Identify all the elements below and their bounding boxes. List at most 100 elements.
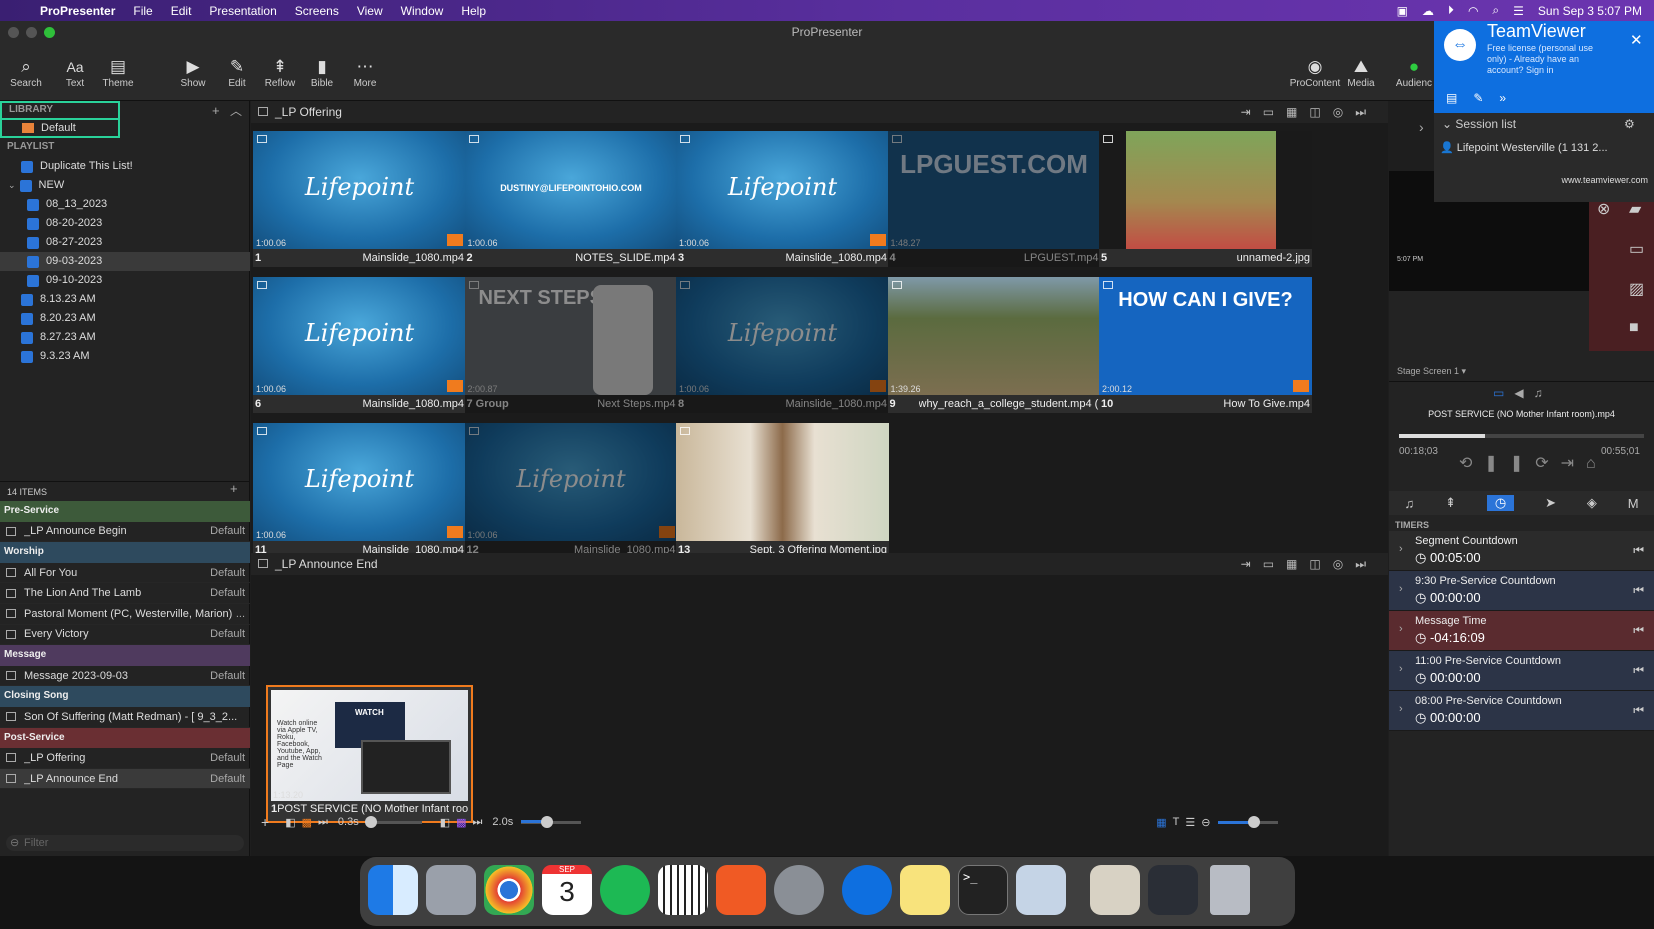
menu-screens[interactable]: Screens (295, 4, 339, 18)
media-progress[interactable] (1399, 434, 1644, 438)
list-view-icon[interactable]: ☰ (1185, 816, 1195, 829)
menu-file[interactable]: File (133, 4, 152, 18)
music-icon[interactable]: ♫ (1404, 496, 1414, 511)
spotify-icon[interactable] (600, 865, 650, 915)
zoom-window-button[interactable] (44, 27, 55, 38)
toolbar-theme[interactable]: ▤ Theme (93, 43, 143, 101)
library-default[interactable]: Default (0, 119, 120, 138)
toolbar-show[interactable]: ▶ Show (168, 43, 218, 101)
disclosure-icon[interactable]: ⌄ (8, 176, 16, 195)
transition-slider-2[interactable] (521, 815, 582, 828)
photos-stack-icon[interactable] (1090, 865, 1140, 915)
slide-thumb[interactable]: 13 Sept. 3 Offering Moment.jpg (676, 423, 889, 559)
group-header[interactable]: Closing Song (0, 686, 250, 707)
menu-presentation[interactable]: Presentation (209, 4, 276, 18)
menu-edit[interactable]: Edit (171, 4, 192, 18)
timer-row[interactable]: › 08:00 Pre-Service Countdown ◷ 00:00:00 ⏮ (1389, 691, 1654, 731)
timer-row[interactable]: › Segment Countdown ◷ 00:05:00 ⏮ (1389, 531, 1654, 571)
slide-thumb[interactable]: 5 unnamed-2.jpg (1099, 131, 1312, 267)
timer-icon[interactable]: ◷ (1486, 495, 1515, 511)
wifi-icon[interactable]: ◠ (1468, 4, 1478, 18)
add-library-icon[interactable]: + (212, 103, 220, 118)
close-window-button[interactable] (8, 27, 19, 38)
playlist-item[interactable]: 8.20.23 AM (0, 309, 250, 328)
playlist-item[interactable]: 8.13.23 AM (0, 290, 250, 309)
teamviewer-footer[interactable]: www.teamviewer.com (1434, 175, 1648, 185)
transition-next-icon[interactable]: ⏭ (318, 816, 328, 829)
presentation-item[interactable]: _LP Announce Begin Default (0, 522, 250, 543)
timer-reset-icon[interactable]: ⏮ (1633, 703, 1644, 718)
expand-icon[interactable]: › (1419, 119, 1424, 135)
timer-reset-icon[interactable]: ⏮ (1633, 583, 1644, 598)
slide-thumb[interactable]: Lifepoint 1:00.06 1 Mainslide_1080.mp4 (253, 131, 466, 267)
settings-icon[interactable] (774, 865, 824, 915)
chevron-right-icon[interactable]: › (1399, 583, 1403, 595)
presentation-item[interactable]: Every Victory Default (0, 625, 250, 646)
playlist-item[interactable]: 08_13_2023 (0, 195, 250, 214)
section-tools-icons[interactable]: ⇥▭▦◫◎⏭ (1241, 553, 1378, 575)
slide-thumb[interactable]: Lifepoint 1:00.06 3 Mainslide_1080.mp4 (676, 131, 889, 267)
transition-next-icon-2[interactable]: ⏭ (473, 816, 483, 829)
timer-row[interactable]: › Message Time ◷ -04:16:09 ⏮ (1389, 611, 1654, 651)
presentation-item[interactable]: All For You Default (0, 563, 250, 584)
slide-thumb[interactable]: Lifepoint 1:00.06 8 Mainslide_1080.mp4 (676, 277, 889, 413)
message-icon[interactable]: ▰ (1629, 199, 1641, 219)
media-tabs[interactable]: ▭◀♫ (1493, 386, 1553, 400)
zoom-out-icon[interactable]: ⊖ (1201, 816, 1210, 829)
macro-icon[interactable]: M (1628, 496, 1639, 511)
transition-slider-1[interactable] (364, 815, 422, 828)
timer-reset-icon[interactable]: ⏮ (1633, 623, 1644, 638)
presentation-item[interactable]: _LP Offering Default (0, 748, 250, 769)
playlist-item[interactable]: Duplicate This List! (0, 157, 250, 176)
group-header[interactable]: Message (0, 645, 250, 666)
playlist-item[interactable]: 08-27-2023 (0, 233, 250, 252)
gear-icon[interactable]: ⚙ (1624, 117, 1635, 131)
teamviewer-status-icon[interactable]: ▣ (1397, 4, 1408, 18)
transition-icon-2[interactable]: ◧ (440, 816, 450, 829)
add-slide-icon[interactable]: + (261, 814, 269, 830)
terminal-icon[interactable]: >_ (958, 865, 1008, 915)
slider-knob[interactable] (1248, 815, 1261, 828)
trash-icon[interactable] (1210, 865, 1250, 915)
group-header[interactable]: Pre-Service (0, 501, 250, 522)
chevron-right-icon[interactable]: › (1399, 543, 1403, 555)
slide-thumb[interactable]: NEXT STEPS 2:00.87 7 Group Next Steps.mp4 (464, 277, 678, 413)
image-icon[interactable]: ▨ (1629, 279, 1644, 299)
play-status-icon[interactable]: ⏵ (1448, 3, 1454, 18)
toolbar-search[interactable]: ⌕ Search (1, 43, 51, 101)
filter-field[interactable]: ⊖ Filter (6, 835, 244, 851)
timer-row[interactable]: › 9:30 Pre-Service Countdown ◷ 00:00:00 ⏮ (1389, 571, 1654, 611)
transition-icon[interactable]: ◧ (285, 816, 295, 829)
slide-thumb[interactable]: 1:39.26 9 why_reach_a_college_student.mp4 … (887, 277, 1101, 413)
menu-window[interactable]: Window (401, 4, 444, 18)
calendar-icon[interactable]: SEP 3 (542, 865, 592, 915)
session-item[interactable]: 👤 Lifepoint Westerville (1 131 2... (1440, 141, 1650, 154)
minimize-window-button[interactable] (26, 27, 37, 38)
chevron-right-icon[interactable]: › (1399, 623, 1403, 635)
launchpad-icon[interactable] (426, 865, 476, 915)
group-header[interactable]: Post-Service (0, 727, 250, 749)
grid-view-icon[interactable]: ▦ (1156, 816, 1166, 829)
add-item-icon[interactable]: + (230, 481, 238, 496)
slide-thumb[interactable]: DUSTINY@LIFEPOINTOHIO.COM 1:00.06 2 NOTES_S… (464, 131, 678, 267)
toolbar-audience[interactable]: ● Audienc (1394, 43, 1434, 101)
finder-icon[interactable] (368, 865, 418, 915)
playlist-item[interactable]: 08-20-2023 (0, 214, 250, 233)
teamviewer-dock-icon[interactable] (842, 865, 892, 915)
chevron-right-icon[interactable]: › (1399, 703, 1403, 715)
send-icon[interactable]: ➤ (1545, 495, 1556, 511)
slider-knob[interactable] (364, 815, 377, 828)
group-header[interactable]: Worship (0, 542, 250, 563)
slide-thumb[interactable]: HOW CAN I GIVE? 2:00.12 10 How To Give.mp4 (1099, 277, 1312, 413)
transition-duration-1[interactable]: 0.3s (338, 816, 359, 828)
playlist-item[interactable]: ⌄ NEW (0, 176, 250, 195)
control-center-icon[interactable]: ☰ (1513, 4, 1524, 18)
presentation-item[interactable]: _LP Announce End Default (0, 768, 250, 790)
chrome-icon[interactable] (484, 865, 534, 915)
stage-screen-select[interactable]: Stage Screen 1 ▾ (1397, 366, 1466, 377)
playlist-item[interactable]: 9.3.23 AM (0, 347, 250, 366)
teamviewer-actions[interactable]: ▤✎» (1446, 91, 1522, 105)
presentation-item[interactable]: Message 2023-09-03 Default (0, 666, 250, 687)
playlist-item[interactable]: 09-03-2023 (0, 252, 250, 271)
slide-announce-1[interactable]: Watch online via Apple TV, Roku, Faceboo… (266, 685, 473, 823)
